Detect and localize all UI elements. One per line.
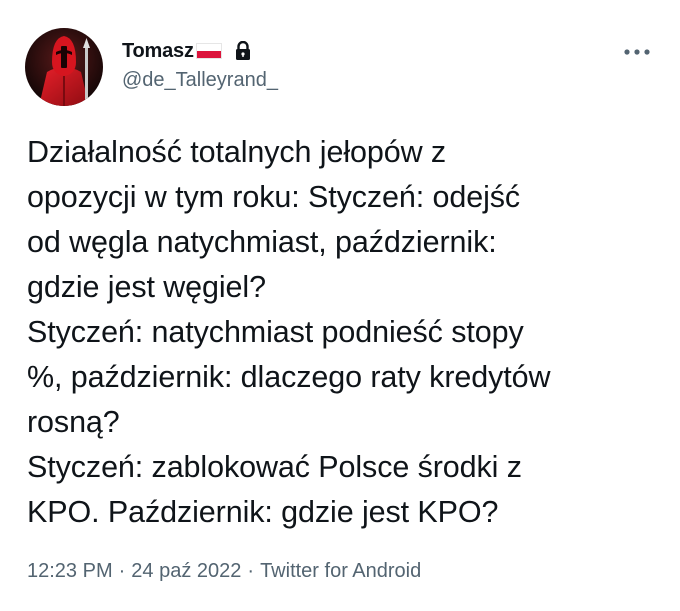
author-handle[interactable]: @de_Talleyrand_ xyxy=(122,69,278,92)
more-options-icon xyxy=(624,49,650,55)
author-name-row: Tomasz xyxy=(122,38,252,64)
tweet-card: Tomasz @de_Talleyrand_ Działalność total… xyxy=(0,0,680,611)
tweet-text: Działalność totalnych jełopów z opozycji… xyxy=(27,135,551,529)
tweet-source-link[interactable]: Twitter for Android xyxy=(260,560,421,583)
tweet-date-link[interactable]: 24 paź 2022 xyxy=(131,560,241,583)
separator: · xyxy=(247,560,255,582)
tweet-metadata: 12:23 PM · 24 paź 2022 · Twitter for And… xyxy=(27,560,421,583)
tweet-time-link[interactable]: 12:23 PM xyxy=(27,560,113,583)
lock-icon xyxy=(235,41,250,60)
red-guard-avatar-icon xyxy=(25,28,103,106)
separator: · xyxy=(118,560,126,582)
more-options-button[interactable] xyxy=(620,40,654,64)
poland-flag-icon xyxy=(195,43,222,59)
avatar[interactable] xyxy=(25,28,103,106)
display-name[interactable]: Tomasz xyxy=(122,40,194,63)
